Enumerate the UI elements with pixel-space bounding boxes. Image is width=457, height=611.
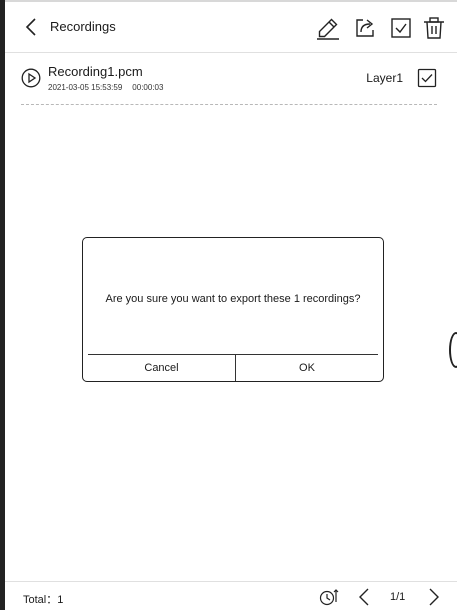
next-page-icon[interactable] (423, 587, 443, 607)
checkbox-checked-icon[interactable] (389, 16, 413, 40)
recording-duration: 00:00:03 (132, 83, 164, 92)
recording-layer: Layer1 (366, 71, 403, 85)
recording-name: Recording1.pcm (48, 64, 143, 79)
prev-page-icon[interactable] (355, 587, 375, 607)
back-icon[interactable] (21, 16, 43, 38)
trash-icon[interactable] (422, 16, 446, 40)
side-handle-icon[interactable] (449, 332, 457, 368)
bottom-bar: Total：1 1/1 (5, 581, 457, 611)
device-frame-edge (0, 0, 5, 610)
row-checkbox-icon[interactable] (417, 68, 437, 88)
recording-date: 2021-03-05 15:53:59 (48, 83, 123, 92)
clock-sort-icon[interactable] (319, 587, 339, 607)
cancel-button[interactable]: Cancel (88, 355, 235, 381)
recording-meta: 2021-03-05 15:53:59 00:00:03 (48, 83, 163, 92)
export-confirm-dialog: Are you sure you want to export these 1 … (82, 237, 384, 382)
share-icon[interactable] (353, 16, 377, 40)
page-indicator: 1/1 (390, 591, 406, 603)
play-icon[interactable] (21, 68, 41, 88)
page-title: Recordings (50, 19, 116, 34)
dialog-message: Are you sure you want to export these 1 … (105, 293, 361, 305)
recording-row[interactable]: Recording1.pcm 2021-03-05 15:53:59 00:00:… (21, 62, 437, 105)
total-count: Total：1 (23, 594, 64, 606)
top-bar: Recordings (5, 2, 457, 53)
pencil-icon[interactable] (316, 16, 340, 40)
ok-button[interactable]: OK (236, 355, 378, 381)
